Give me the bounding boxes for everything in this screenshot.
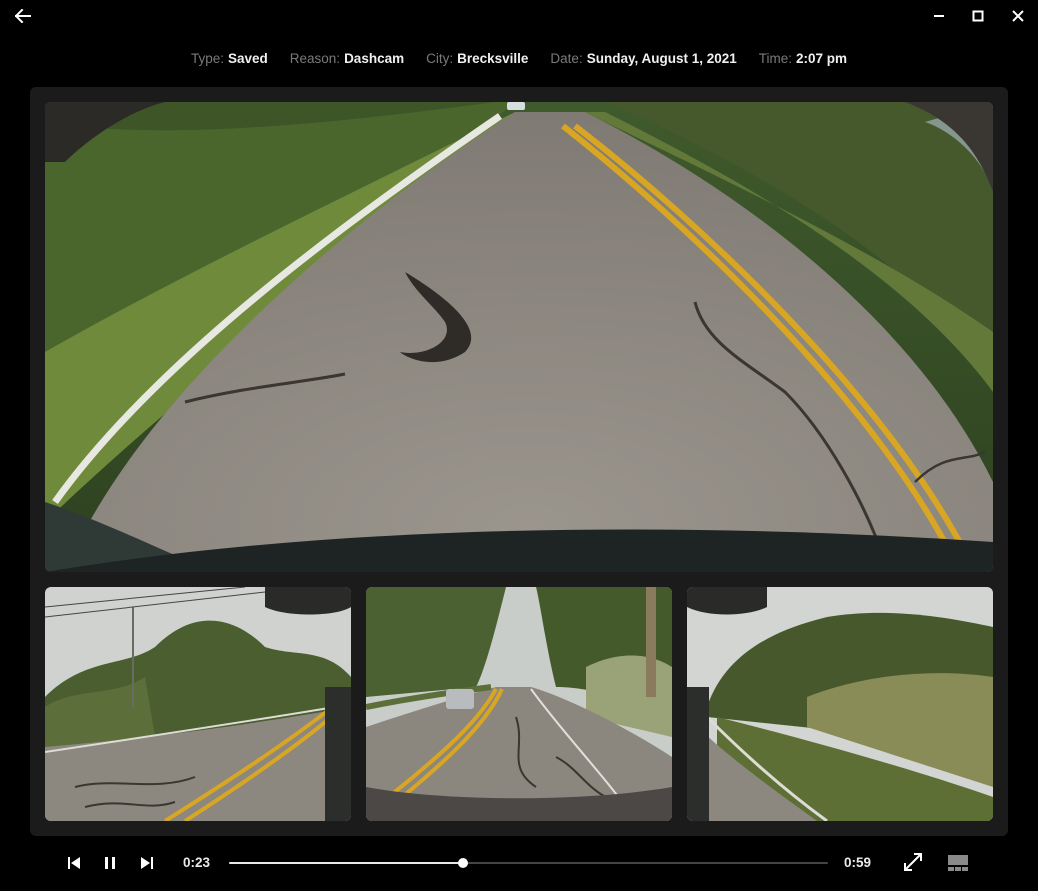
- fullscreen-button[interactable]: [902, 851, 924, 873]
- minimize-icon: [934, 15, 944, 17]
- arrow-left-icon: [15, 9, 31, 23]
- meta-date: Date: Sunday, August 1, 2021: [550, 51, 737, 66]
- left-camera-view[interactable]: [45, 587, 351, 821]
- rear-camera-view[interactable]: [366, 587, 672, 821]
- playback-scrubber[interactable]: [229, 858, 828, 868]
- meta-city: City: Brecksville: [426, 51, 529, 66]
- skip-previous-icon: [68, 857, 80, 869]
- total-time: 0:59: [844, 855, 872, 870]
- current-time: 0:23: [183, 855, 211, 870]
- pause-button[interactable]: [100, 853, 120, 873]
- scrubber-handle[interactable]: [457, 858, 468, 868]
- clip-metadata: Type: Saved Reason: Dashcam City: Brecks…: [0, 51, 1038, 69]
- grid-layout-icon: [948, 855, 968, 871]
- meta-type: Type: Saved: [190, 51, 268, 66]
- next-clip-button[interactable]: [137, 853, 157, 873]
- meta-time: Time: 2:07 pm: [758, 51, 848, 66]
- right-camera-view[interactable]: [687, 587, 993, 821]
- close-button[interactable]: [1007, 5, 1029, 27]
- front-camera-view[interactable]: [45, 102, 993, 572]
- front-camera-image: [45, 102, 993, 572]
- close-icon: [1012, 10, 1024, 22]
- maximize-button[interactable]: [967, 5, 989, 27]
- left-camera-image: [45, 587, 351, 821]
- maximize-icon: [972, 10, 984, 22]
- meta-reason: Reason: Dashcam: [289, 51, 405, 66]
- minimize-button[interactable]: [928, 5, 950, 27]
- expand-icon: [904, 853, 922, 871]
- scrubber-progress: [229, 862, 463, 864]
- camera-layout-button[interactable]: [946, 852, 970, 874]
- pause-icon: [105, 857, 115, 869]
- skip-next-icon: [141, 857, 153, 869]
- right-camera-image: [687, 587, 993, 821]
- previous-clip-button[interactable]: [64, 853, 84, 873]
- back-button[interactable]: [10, 4, 36, 28]
- rear-camera-image: [366, 587, 672, 821]
